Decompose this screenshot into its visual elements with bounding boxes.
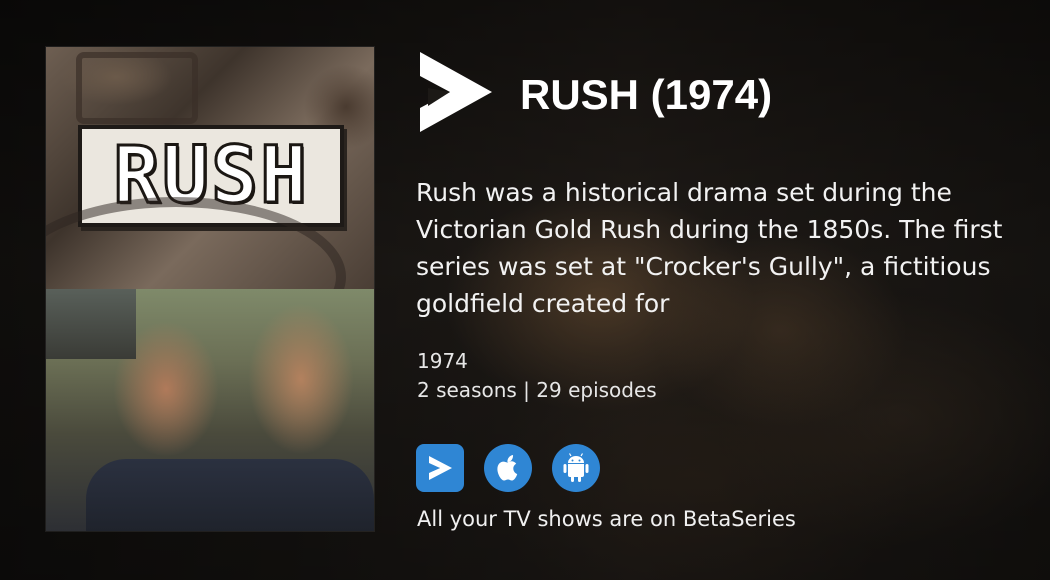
android-app-button[interactable] <box>552 444 600 492</box>
betaseries-play-icon <box>429 456 452 480</box>
show-description: Rush was a historical drama set during t… <box>416 178 1003 318</box>
android-icon <box>563 453 589 482</box>
show-seasons-episodes: 2 seasons | 29 episodes <box>417 378 657 402</box>
ios-app-button[interactable] <box>484 444 532 492</box>
apple-icon <box>497 455 518 481</box>
poster-top-image: RUSH <box>46 47 374 357</box>
page-title: RUSH (1974) <box>520 71 773 118</box>
poster-title-text: RUSH <box>78 125 344 227</box>
betaseries-web-button[interactable] <box>416 444 464 492</box>
show-poster: RUSH <box>46 47 374 531</box>
betaseries-tagline: All your TV shows are on BetaSeries <box>417 507 796 531</box>
poster-bottom-image <box>46 289 374 531</box>
show-year: 1974 <box>417 349 468 373</box>
betaseries-logo-icon <box>416 48 496 136</box>
app-links <box>416 444 600 492</box>
